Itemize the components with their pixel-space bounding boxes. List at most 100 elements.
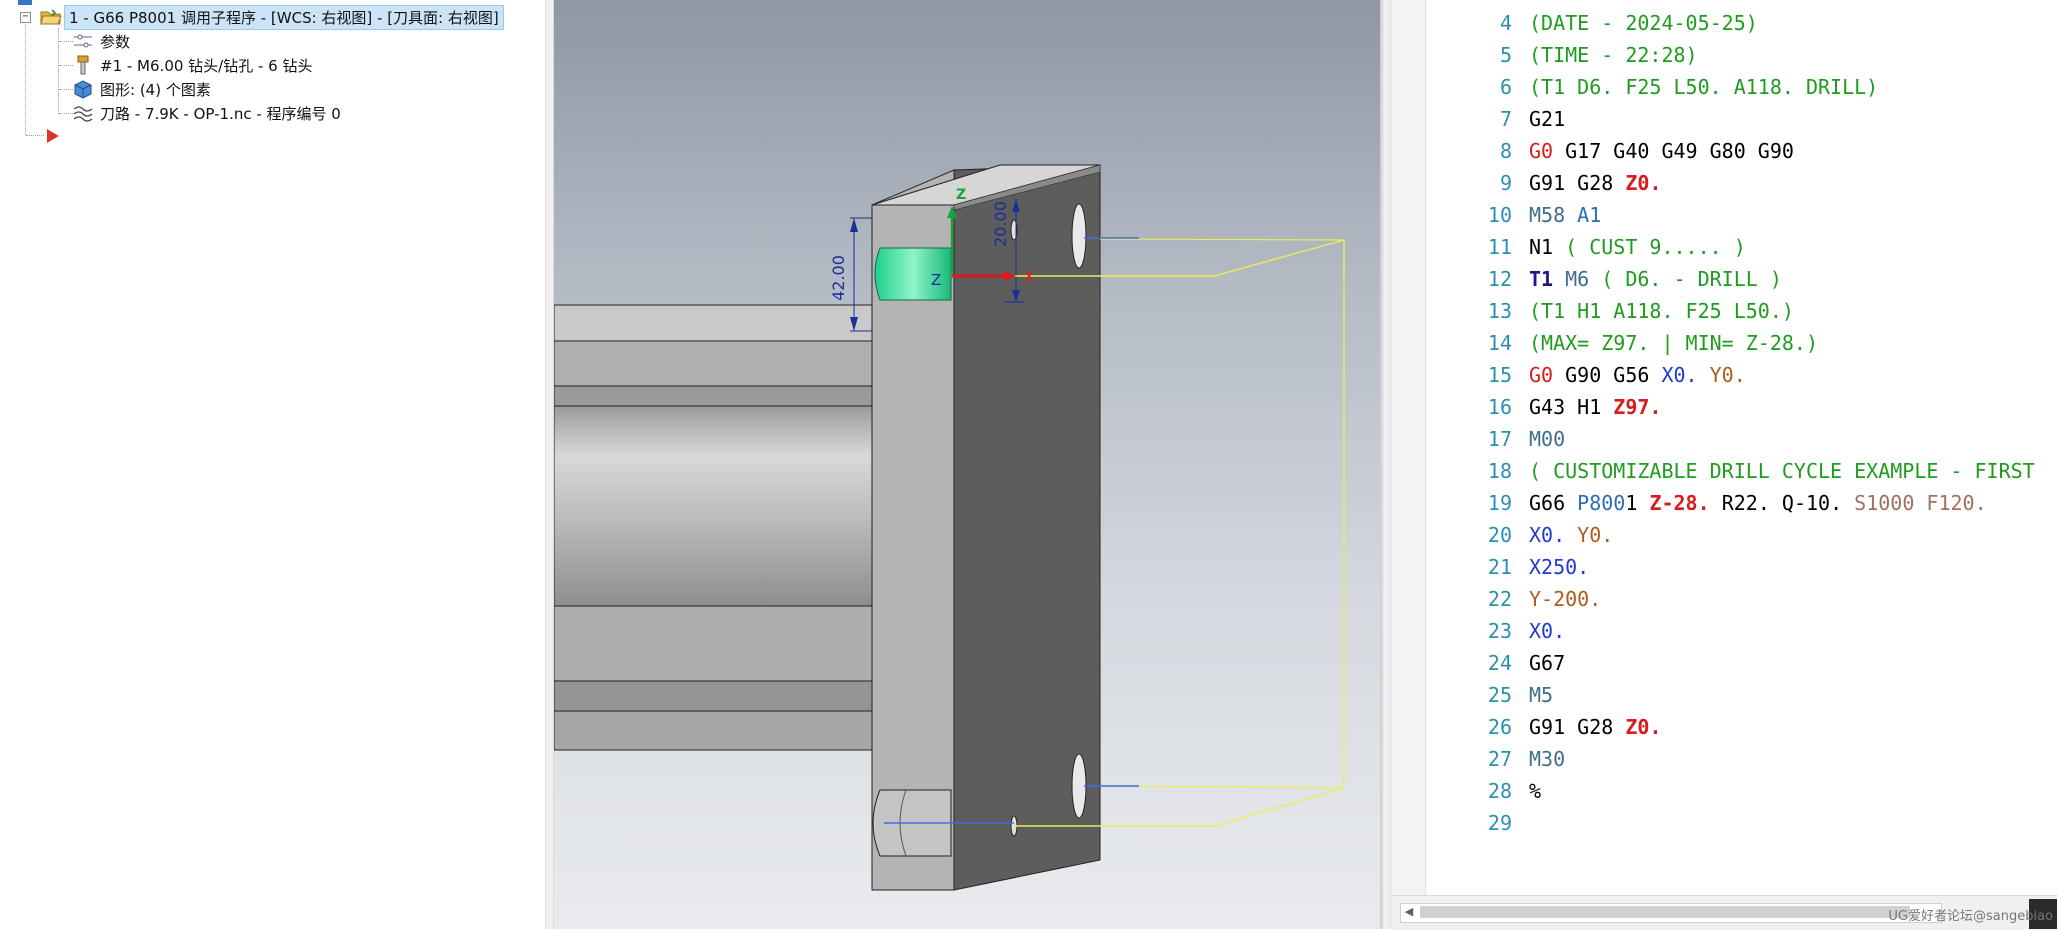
tree-item-parameters[interactable]: 参数 [72, 30, 134, 52]
code-token: G90 G56 [1553, 363, 1662, 387]
line-number: 23 [1487, 619, 1512, 643]
code-token: Z97. [1613, 395, 1662, 419]
code-text: M00 [1529, 426, 1565, 453]
tree-item-label: 图形: (4) 个图素 [100, 80, 211, 99]
code-token: ( CUSTOMIZABLE DRILL CYCLE EXAMPLE - FIR… [1529, 459, 2035, 483]
code-line[interactable]: 27 M30 [1392, 746, 2057, 778]
line-number: 25 [1487, 683, 1512, 707]
code-lines: 4 (DATE - 2024-05-25) 5 (TIME - 22:28) 6 (T1 … [1392, 10, 2057, 842]
code-token: 1 [1625, 491, 1650, 515]
tree-item-toolpath[interactable]: 刀路 - 7.9K - OP-1.nc - 程序编号 0 [72, 102, 345, 124]
code-line[interactable]: 14 (MAX= Z97. | MIN= Z-28.) [1392, 330, 2057, 362]
collapse-toggle[interactable]: − [20, 12, 31, 23]
code-token: G0 [1529, 139, 1554, 163]
code-line[interactable]: 29 [1392, 810, 2057, 842]
code-token: Y0. [1577, 523, 1614, 547]
code-text: M58 A1 [1529, 202, 1601, 229]
code-line[interactable]: 23 X0. [1392, 618, 2057, 650]
code-line[interactable]: 6 (T1 D6. F25 L50. A118. DRILL) [1392, 74, 2057, 106]
code-text: T1 M6 ( D6. - DRILL ) [1529, 266, 1782, 293]
code-token: G66 [1529, 491, 1578, 515]
line-number: 28 [1487, 779, 1512, 803]
code-line[interactable]: 8 G0 G17 G40 G49 G80 G90 [1392, 138, 2057, 170]
line-number: 11 [1487, 235, 1512, 259]
axis-z-label: Z [956, 187, 966, 203]
beam-body [554, 304, 886, 751]
line-number: 27 [1487, 747, 1512, 771]
code-line[interactable]: 4 (DATE - 2024-05-25) [1392, 10, 2057, 42]
tree-line [59, 89, 73, 90]
insert-arrow-icon[interactable] [45, 127, 61, 149]
code-text: G0 G17 G40 G49 G80 G90 [1529, 138, 1794, 165]
code-line[interactable]: 24 G67 [1392, 650, 2057, 682]
drill-tool-icon [72, 55, 94, 75]
code-line[interactable]: 12 T1 M6 ( D6. - DRILL ) [1392, 266, 2057, 298]
code-line[interactable]: 22 Y-200. [1392, 586, 2057, 618]
code-token: T1 [1529, 267, 1554, 291]
watermark: UG爱好者论坛@sangebiao [1888, 909, 2053, 924]
code-token: Z-28. [1649, 491, 1710, 515]
code-text: M30 [1529, 746, 1565, 773]
code-line[interactable]: 9 G91 G28 Z0. [1392, 170, 2057, 202]
code-line[interactable]: 7 G21 [1392, 106, 2057, 138]
code-token: M00 [1529, 427, 1566, 451]
code-token: S1000 F120. [1854, 491, 1987, 515]
code-line[interactable]: 28% [1392, 778, 2057, 810]
code-text: G43 H1 Z97. [1529, 394, 1661, 421]
line-number: 10 [1487, 203, 1512, 227]
line-number: 18 [1487, 459, 1512, 483]
code-line[interactable]: 19 G66 P8001 Z-28. R22. Q-10. S1000 F120. [1392, 490, 2057, 522]
line-number: 13 [1487, 299, 1512, 323]
code-token: X0. [1661, 363, 1698, 387]
graphics-viewport[interactable]: 42.00 20.00 Z X Z [554, 0, 1380, 929]
code-text: X0. [1529, 618, 1565, 645]
line-number: 21 [1487, 555, 1512, 579]
code-line[interactable]: 18 ( CUSTOMIZABLE DRILL CYCLE EXAMPLE - F… [1392, 458, 2057, 490]
code-token: G91 G28 [1529, 715, 1626, 739]
code-text: % [1529, 778, 1541, 805]
code-line[interactable]: 5 (TIME - 22:28) [1392, 42, 2057, 74]
code-text: X0. Y0. [1529, 522, 1613, 549]
code-token: Z0. [1625, 171, 1662, 195]
code-text: G66 P8001 Z-28. R22. Q-10. S1000 F120. [1529, 490, 1987, 517]
code-line[interactable]: 15 G0 G90 G56 X0. Y0. [1392, 362, 2057, 394]
tree-item-geometry[interactable]: 图形: (4) 个图素 [72, 78, 215, 100]
tree-root-label: 1 - G66 P8001 调用子程序 - [WCS: 右视图] - [刀具面:… [64, 4, 504, 30]
code-line[interactable]: 11 N1 ( CUST 9..... ) [1392, 234, 2057, 266]
tree-operation-root[interactable]: 1 - G66 P8001 调用子程序 - [WCS: 右视图] - [刀具面:… [40, 4, 504, 30]
code-token: G91 G28 [1529, 171, 1626, 195]
line-number: 26 [1487, 715, 1512, 739]
code-line[interactable]: 20 X0. Y0. [1392, 522, 2057, 554]
code-line[interactable]: 26 G91 G28 Z0. [1392, 714, 2057, 746]
tree-line [59, 65, 73, 66]
panel-splitter-right[interactable] [1380, 0, 1392, 929]
line-number: 8 [1499, 139, 1512, 163]
code-line[interactable]: 13 (T1 H1 A118. F25 L50.) [1392, 298, 2057, 330]
code-token: Z0. [1625, 715, 1662, 739]
code-token: (TIME - 22:28) [1529, 43, 1698, 67]
code-line[interactable]: 16 G43 H1 Z97. [1392, 394, 2057, 426]
line-number: 19 [1487, 491, 1512, 515]
line-number: 7 [1499, 107, 1512, 131]
code-line[interactable]: 17 M00 [1392, 426, 2057, 458]
code-token: G17 G40 G49 G80 G90 [1553, 139, 1794, 163]
code-line[interactable]: 21 X250. [1392, 554, 2057, 586]
parent-folder-icon [18, 0, 32, 5]
dimension-20-label: 20.00 [991, 201, 1010, 247]
code-token: (T1 D6. F25 L50. A118. DRILL) [1529, 75, 1879, 99]
code-token: G0 [1529, 363, 1554, 387]
code-line[interactable]: 10 M58 A1 [1392, 202, 2057, 234]
panel-splitter-left[interactable] [545, 0, 554, 929]
tree-item-tool[interactable]: #1 - M6.00 钻头/钻孔 - 6 钻头 [72, 54, 316, 76]
line-number: 12 [1487, 267, 1512, 291]
nc-code-editor[interactable]: 4 (DATE - 2024-05-25) 5 (TIME - 22:28) 6 (T1 … [1392, 0, 2057, 930]
code-text: G21 [1529, 106, 1565, 133]
scrollbar-thumb[interactable] [1420, 906, 1910, 918]
viewport-canvas: 42.00 20.00 Z X Z [554, 164, 1345, 891]
parameters-icon [72, 31, 94, 51]
scroll-left-arrow-icon[interactable]: ◀ [1402, 905, 1416, 919]
code-token: X250. [1529, 555, 1590, 579]
code-text: (T1 D6. F25 L50. A118. DRILL) [1529, 74, 1878, 101]
code-line[interactable]: 25 M5 [1392, 682, 2057, 714]
